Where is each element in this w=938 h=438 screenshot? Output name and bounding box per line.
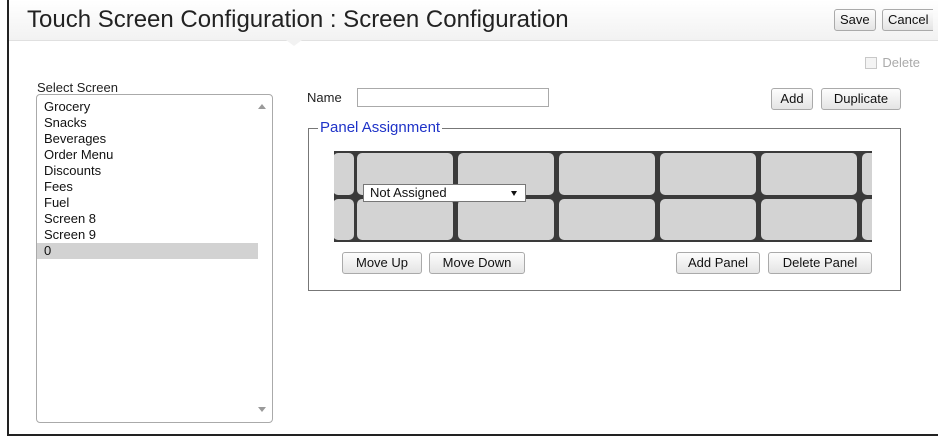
list-item[interactable]: Grocery xyxy=(37,99,258,115)
save-button[interactable]: Save xyxy=(834,9,876,31)
panel-tile[interactable] xyxy=(862,153,872,195)
list-item-selected[interactable]: 0 xyxy=(37,243,258,259)
move-up-button[interactable]: Move Up xyxy=(342,252,422,274)
list-item[interactable]: Snacks xyxy=(37,115,258,131)
panel-assignment-value: Not Assigned xyxy=(370,185,447,200)
move-down-button[interactable]: Move Down xyxy=(429,252,525,274)
delete-toggle[interactable]: Delete xyxy=(865,55,920,70)
panel-tile[interactable] xyxy=(559,199,655,240)
delete-panel-button[interactable]: Delete Panel xyxy=(768,252,872,274)
delete-checkbox[interactable] xyxy=(865,56,878,69)
name-input[interactable] xyxy=(357,88,549,107)
panel-tile[interactable] xyxy=(559,153,655,195)
duplicate-button[interactable]: Duplicate xyxy=(821,88,901,110)
panel-tile[interactable] xyxy=(862,199,872,240)
cancel-button[interactable]: Cancel xyxy=(882,9,934,31)
list-item[interactable]: Discounts xyxy=(37,163,258,179)
delete-label: Delete xyxy=(882,55,920,70)
list-item[interactable]: Fees xyxy=(37,179,258,195)
panel-tile[interactable] xyxy=(761,153,857,195)
panel-tile[interactable] xyxy=(458,199,554,240)
panel-tile[interactable] xyxy=(660,199,756,240)
name-label: Name xyxy=(307,90,342,105)
screen-listbox[interactable]: Grocery Snacks Beverages Order Menu Disc… xyxy=(36,94,273,423)
panel-tile[interactable] xyxy=(761,199,857,240)
add-panel-button[interactable]: Add Panel xyxy=(676,252,760,274)
panel-tile[interactable] xyxy=(357,199,453,240)
scroll-down-icon[interactable] xyxy=(258,407,266,412)
panel-tile[interactable] xyxy=(334,153,354,195)
select-screen-label: Select Screen xyxy=(37,80,118,95)
panel-assignment-select[interactable]: Not Assigned xyxy=(363,184,526,202)
header-notch xyxy=(286,40,302,46)
list-item[interactable]: Screen 9 xyxy=(37,227,258,243)
page-title: Touch Screen Configuration : Screen Conf… xyxy=(27,6,569,33)
header-bar: Touch Screen Configuration : Screen Conf… xyxy=(9,0,938,41)
panel-tile[interactable] xyxy=(334,199,354,240)
list-item[interactable]: Screen 8 xyxy=(37,211,258,227)
add-button[interactable]: Add xyxy=(771,88,813,110)
panel-tile[interactable] xyxy=(660,153,756,195)
list-item[interactable]: Fuel xyxy=(37,195,258,211)
chevron-down-icon xyxy=(511,191,517,196)
panel-assignment-legend: Panel Assignment xyxy=(318,119,443,136)
list-item[interactable]: Order Menu xyxy=(37,147,258,163)
list-item[interactable]: Beverages xyxy=(37,131,258,147)
scroll-up-icon[interactable] xyxy=(258,104,266,109)
